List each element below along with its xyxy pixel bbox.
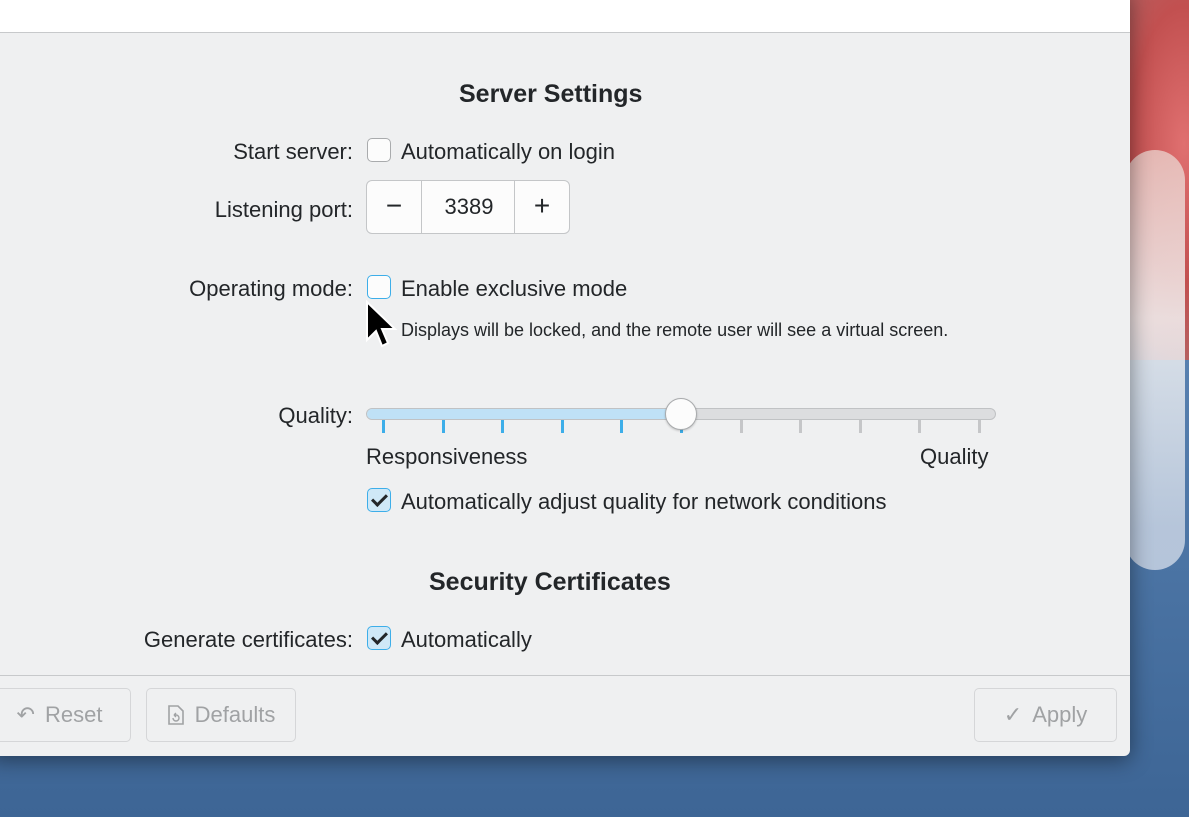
window-header (0, 0, 1130, 33)
start-server-option-label[interactable]: Automatically on login (401, 139, 615, 165)
undo-icon: ↶ (16, 702, 35, 727)
exclusive-mode-hint: Displays will be locked, and the remote … (401, 320, 949, 340)
settings-window: Server Settings Start server: Automatica… (0, 0, 1130, 756)
increment-button[interactable]: + (514, 181, 569, 233)
apply-label: Apply (1032, 702, 1088, 727)
start-server-label: Start server: (233, 139, 353, 164)
quality-slider-tick (799, 420, 803, 433)
security-certificates-heading: Security Certificates (429, 568, 671, 596)
reset-button[interactable]: ↶ Reset (0, 688, 131, 742)
auto-adjust-checkbox[interactable] (367, 488, 391, 512)
defaults-label: Defaults (194, 702, 276, 727)
auto-adjust-option-label[interactable]: Automatically adjust quality for network… (401, 489, 886, 515)
apply-button[interactable]: ✓ Apply (974, 688, 1117, 742)
quality-slider-tick (382, 420, 385, 433)
mouse-pointer-icon (366, 300, 398, 348)
listening-port-spinbox[interactable]: − 3389 + (366, 180, 570, 234)
listening-port-value[interactable]: 3389 (422, 181, 516, 233)
quality-slider-fill (367, 409, 680, 419)
quality-slider-tick (620, 420, 624, 433)
generate-certificates-label: Generate certificates: (143, 627, 353, 652)
quality-slider-handle[interactable] (665, 398, 697, 430)
footer-divider (0, 675, 1130, 676)
quality-max-label: Quality (920, 444, 989, 469)
checkmark-icon: ✓ (1003, 702, 1023, 727)
reset-label: Reset (44, 702, 103, 727)
listening-port-label: Listening port: (214, 197, 353, 222)
defaults-button[interactable]: Defaults (146, 688, 296, 742)
decrement-button[interactable]: − (367, 181, 422, 233)
operating-mode-label: Operating mode: (189, 276, 353, 301)
quality-label: Quality: (278, 403, 353, 428)
quality-slider-tick (918, 420, 922, 433)
server-settings-heading: Server Settings (459, 80, 643, 108)
document-revert-icon (167, 689, 185, 741)
quality-slider-tick (441, 420, 445, 433)
start-server-checkbox[interactable] (367, 138, 391, 162)
quality-slider-tick (560, 420, 564, 433)
quality-min-label: Responsiveness (366, 444, 528, 469)
generate-certificates-option-label[interactable]: Automatically (401, 627, 532, 653)
generate-certificates-checkbox[interactable] (367, 626, 391, 650)
quality-slider-tick (858, 420, 862, 433)
quality-slider-tick (739, 420, 743, 433)
exclusive-mode-option-label[interactable]: Enable exclusive mode (401, 276, 627, 302)
desktop-wallpaper-highlight (1125, 150, 1185, 570)
quality-slider-tick (978, 420, 981, 433)
quality-slider-tick (501, 420, 505, 433)
exclusive-mode-checkbox[interactable] (367, 275, 391, 299)
